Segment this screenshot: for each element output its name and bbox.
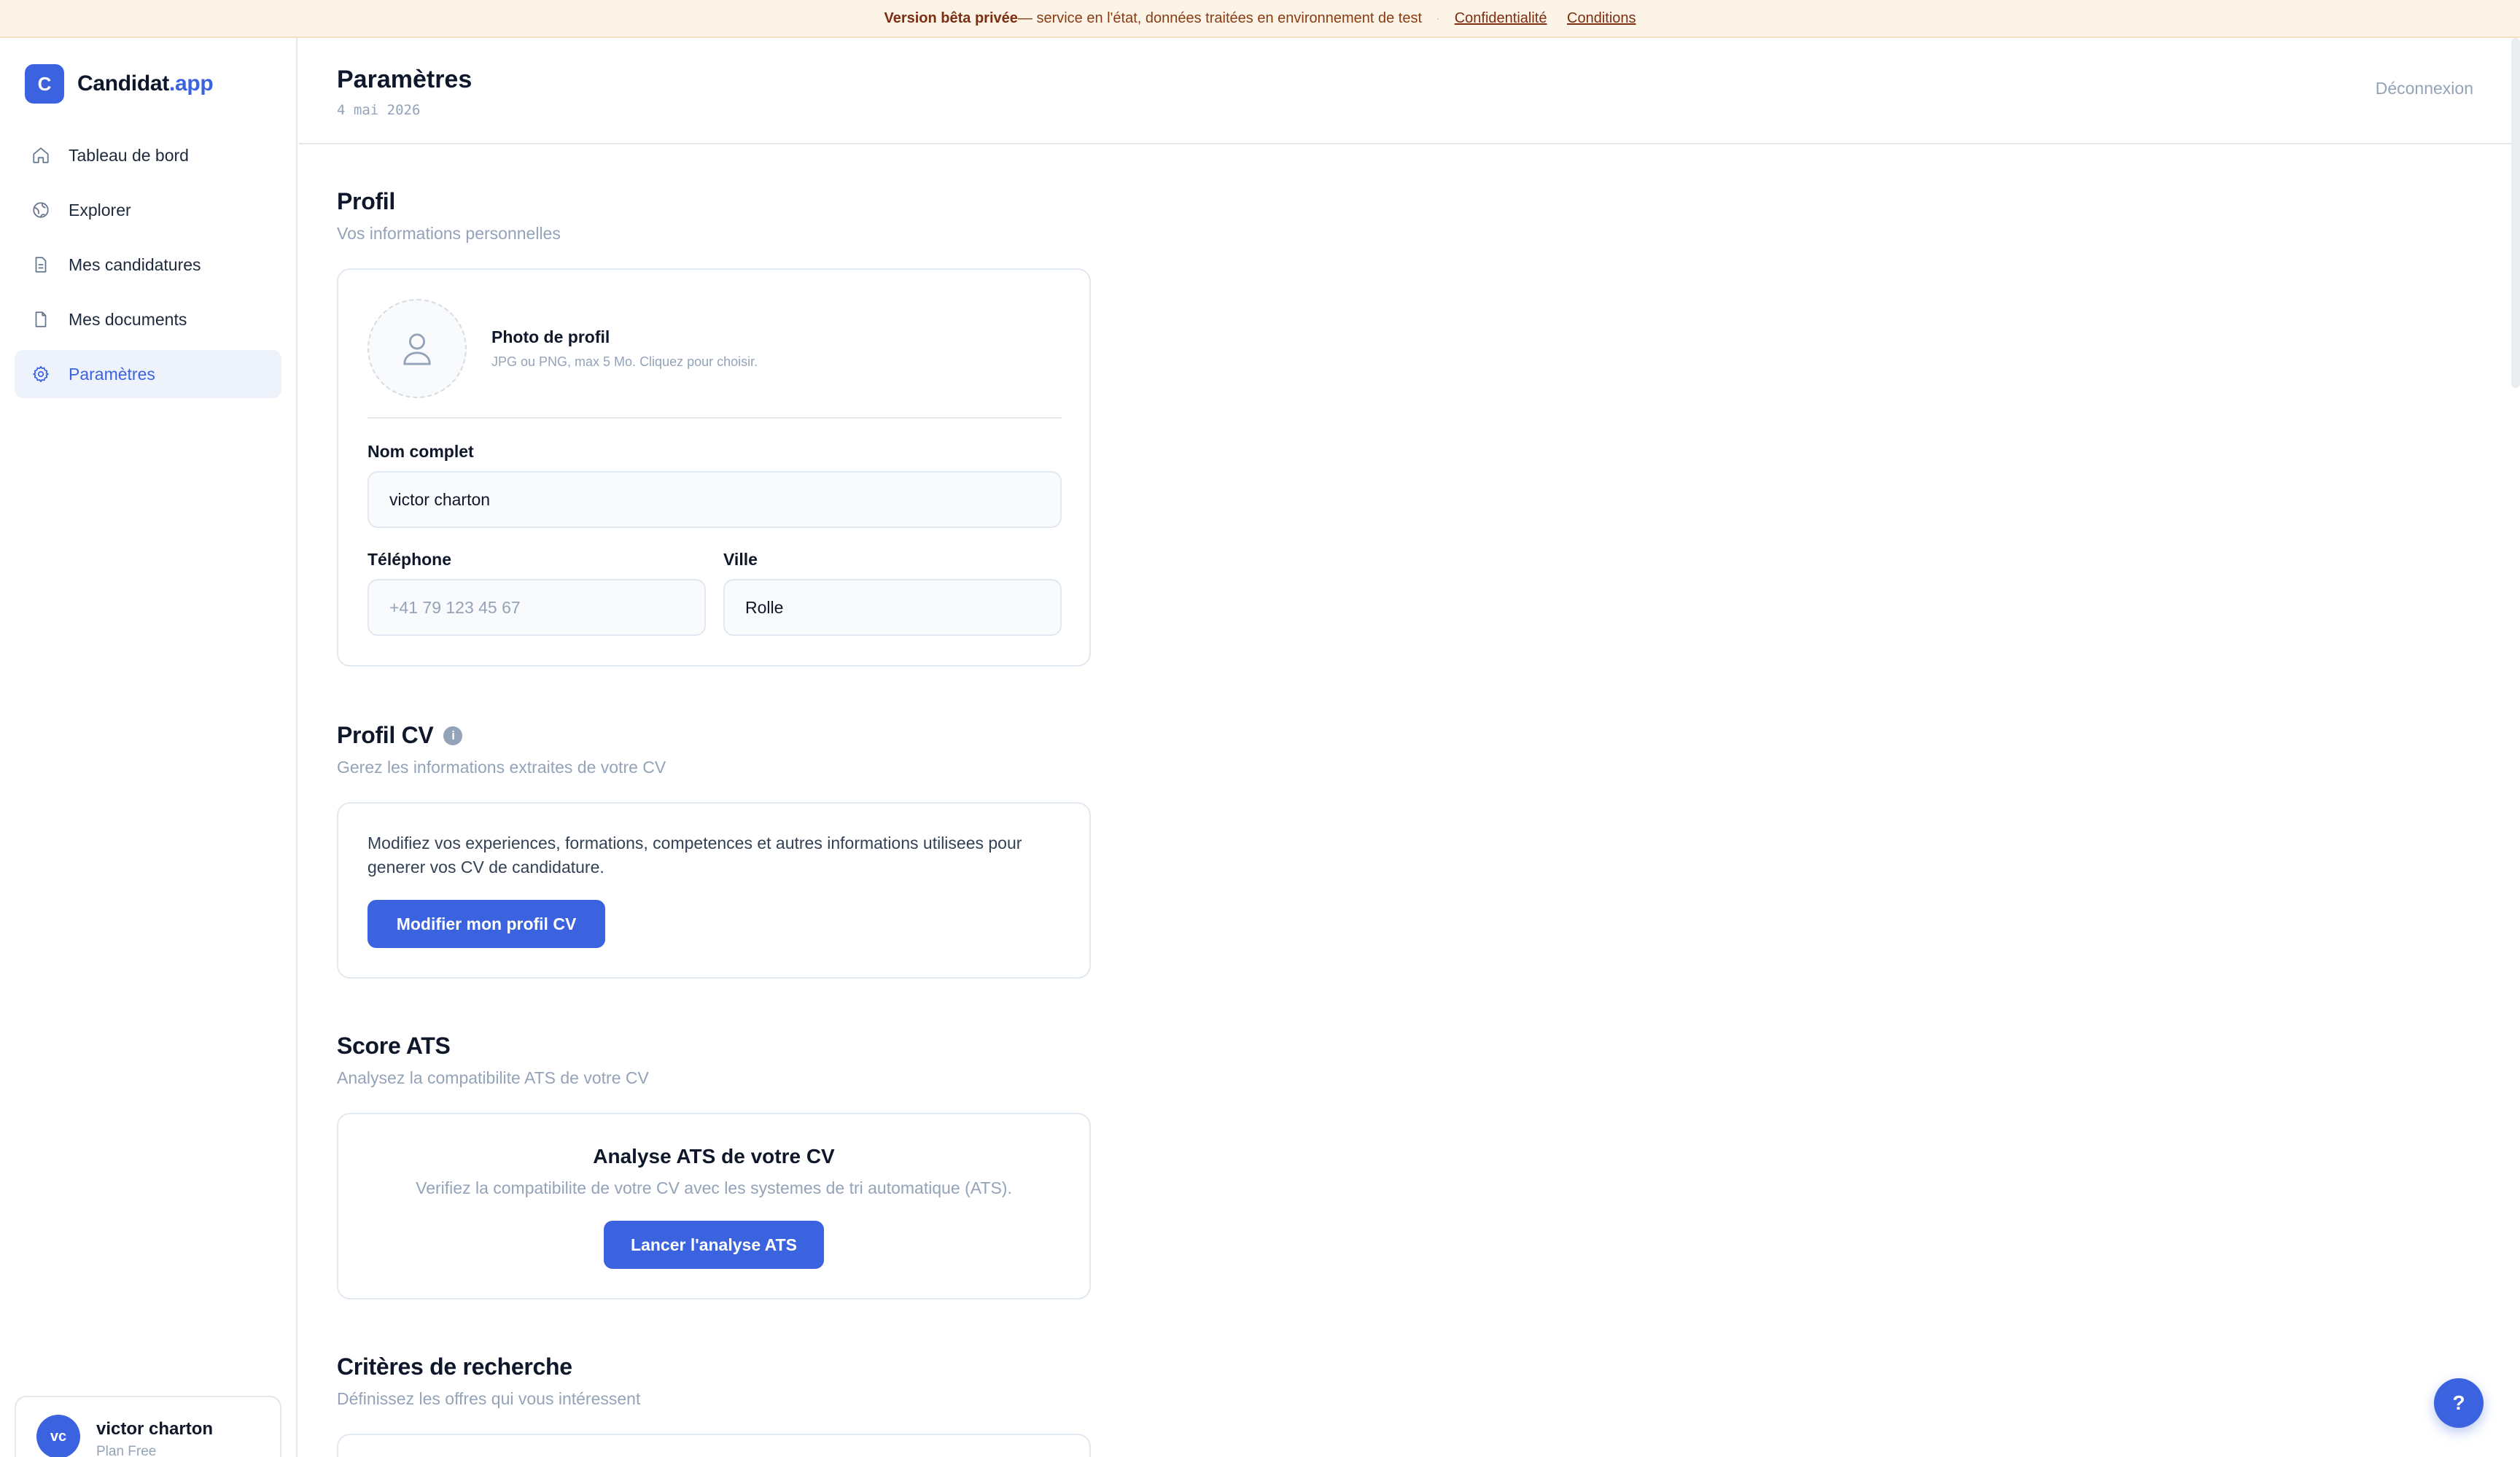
sidebar-nav: Tableau de bord Explorer Mes candidature… [15, 131, 281, 405]
divider [368, 417, 1062, 419]
file-text-icon [31, 255, 51, 275]
help-button[interactable]: ? [2434, 1378, 2484, 1428]
banner-strong: Version bêta privée [884, 9, 1018, 26]
sidebar-item-documents[interactable]: Mes documents [15, 295, 281, 343]
photo-text: Photo de profil JPG ou PNG, max 5 Mo. Cl… [491, 327, 758, 370]
sidebar-item-label: Mes candidatures [69, 255, 201, 274]
sidebar: C Candidat.app Tableau de bord Explorer … [0, 38, 298, 1457]
user-card[interactable]: vc victor charton Plan Free [15, 1396, 281, 1457]
section-title: Profil [337, 188, 395, 214]
edit-cv-profile-button[interactable]: Modifier mon profil CV [368, 900, 605, 948]
section-title: Critères de recherche [337, 1353, 572, 1380]
photo-hint: JPG ou PNG, max 5 Mo. Cliquez pour chois… [491, 354, 758, 369]
document-icon [31, 309, 51, 330]
section-subtitle: Analysez la compatibilite ATS de votre C… [337, 1068, 649, 1087]
ats-section: Score ATS Analysez la compatibilite ATS … [337, 1033, 1091, 1299]
phone-label: Téléphone [368, 550, 452, 569]
user-icon [403, 333, 431, 365]
cv-profile-section: Profil CV i Gerez les informations extra… [337, 722, 1091, 979]
terms-link[interactable]: Conditions [1567, 10, 1636, 26]
brand-name-main: Candidat [77, 71, 169, 96]
section-subtitle: Vos informations personnelles [337, 224, 561, 243]
photo-row[interactable]: Photo de profil JPG ou PNG, max 5 Mo. Cl… [368, 299, 758, 398]
logout-link[interactable]: Déconnexion [2376, 79, 2473, 98]
cv-profile-description: Modifiez vos experiences, formations, co… [368, 834, 1022, 877]
profile-card: Photo de profil JPG ou PNG, max 5 Mo. Cl… [337, 268, 1091, 667]
ats-card-title: Analyse ATS de votre CV [593, 1145, 835, 1167]
privacy-link[interactable]: Confidentialité [1455, 10, 1547, 26]
section-title-text: Profil CV [337, 722, 434, 748]
info-icon[interactable]: i [443, 726, 463, 745]
user-plan: Plan Free [96, 1444, 157, 1457]
scrollbar[interactable] [2511, 38, 2520, 388]
sidebar-item-label: Paramètres [69, 364, 155, 384]
profile-section: Profil Vos informations personnelles Pho… [337, 188, 1091, 667]
avatar: vc [36, 1415, 80, 1457]
section-subtitle: Définissez les offres qui vous intéresse… [337, 1389, 641, 1408]
phone-input[interactable] [368, 579, 706, 636]
globe-icon [31, 200, 51, 220]
brand-logo: C [25, 64, 64, 104]
sidebar-item-label: Explorer [69, 200, 131, 219]
cv-profile-card: Modifiez vos experiences, formations, co… [337, 802, 1091, 979]
photo-upload[interactable] [368, 299, 467, 398]
user-name: victor charton [96, 1419, 214, 1439]
beta-banner: Version bêta privée — service en l'état,… [0, 0, 2520, 38]
sidebar-item-applications[interactable]: Mes candidatures [15, 241, 281, 289]
criteria-section: Critères de recherche Définissez les off… [337, 1353, 1091, 1457]
brand-name: Candidat.app [77, 71, 214, 96]
banner-text: — service en l'état, données traitées en… [1017, 9, 1423, 26]
ats-card-text: Verifiez la compatibilite de votre CV av… [416, 1178, 1012, 1197]
section-title: Score ATS [337, 1033, 451, 1059]
run-ats-button[interactable]: Lancer l'analyse ATS [604, 1221, 824, 1269]
full-name-label: Nom complet [368, 442, 474, 461]
main-content: Paramètres 4 mai 2026 Déconnexion Profil… [299, 38, 2520, 1457]
gear-icon [31, 364, 51, 384]
brand[interactable]: C Candidat.app [25, 64, 214, 104]
banner-links: Confidentialité Conditions [1455, 10, 1636, 27]
page-date: 4 mai 2026 [337, 102, 421, 118]
user-meta: victor charton Plan Free [96, 1419, 213, 1457]
city-label: Ville [723, 550, 758, 569]
sidebar-item-label: Tableau de bord [69, 145, 189, 165]
ats-card: Analyse ATS de votre CV Verifiez la comp… [337, 1113, 1091, 1299]
city-input[interactable] [723, 579, 1062, 636]
page-title: Paramètres [337, 66, 472, 93]
sidebar-item-settings[interactable]: Paramètres [15, 350, 281, 398]
sidebar-item-dashboard[interactable]: Tableau de bord [15, 131, 281, 179]
brand-name-suffix: .app [168, 71, 214, 96]
sidebar-item-label: Mes documents [69, 309, 187, 329]
criteria-card [337, 1434, 1091, 1457]
sidebar-item-explorer[interactable]: Explorer [15, 186, 281, 234]
section-subtitle: Gerez les informations extraites de votr… [337, 758, 666, 777]
home-icon [31, 145, 51, 166]
page-header: Paramètres 4 mai 2026 Déconnexion [299, 38, 2520, 144]
banner-separator: · [1436, 12, 1440, 24]
full-name-input[interactable] [368, 471, 1062, 528]
photo-title: Photo de profil [491, 327, 610, 346]
section-title: Profil CV i [337, 722, 1091, 749]
